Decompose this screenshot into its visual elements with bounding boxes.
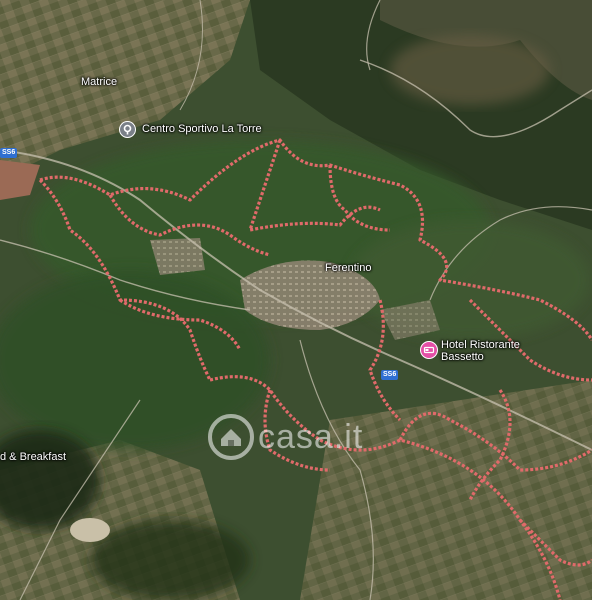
watermark: casa.it <box>208 414 363 460</box>
road-shield-ss6-center: SS6 <box>381 370 399 380</box>
poi-label-hotel[interactable]: Hotel Ristorante Bassetto <box>441 339 520 363</box>
poi-label-hotel-line2: Bassetto <box>441 351 484 363</box>
poi-label-hotel-line1: Hotel Ristorante <box>441 339 520 351</box>
place-label-matrice: Matrice <box>81 76 118 88</box>
watermark-text: casa.it <box>258 417 364 456</box>
hotel-pin-icon[interactable] <box>420 341 438 359</box>
place-label-bnb: d & Breakfast <box>0 451 67 463</box>
map-view[interactable]: Matrice Ferentino d & Breakfast Centro S… <box>0 0 592 600</box>
house-logo-icon <box>208 414 254 460</box>
location-pin-icon[interactable] <box>119 121 136 138</box>
satellite-imagery <box>0 0 592 600</box>
road-shield-ss6-left: SS6 <box>0 148 18 158</box>
poi-label-sport-center[interactable]: Centro Sportivo La Torre <box>142 123 262 136</box>
place-label-ferentino: Ferentino <box>325 262 372 274</box>
